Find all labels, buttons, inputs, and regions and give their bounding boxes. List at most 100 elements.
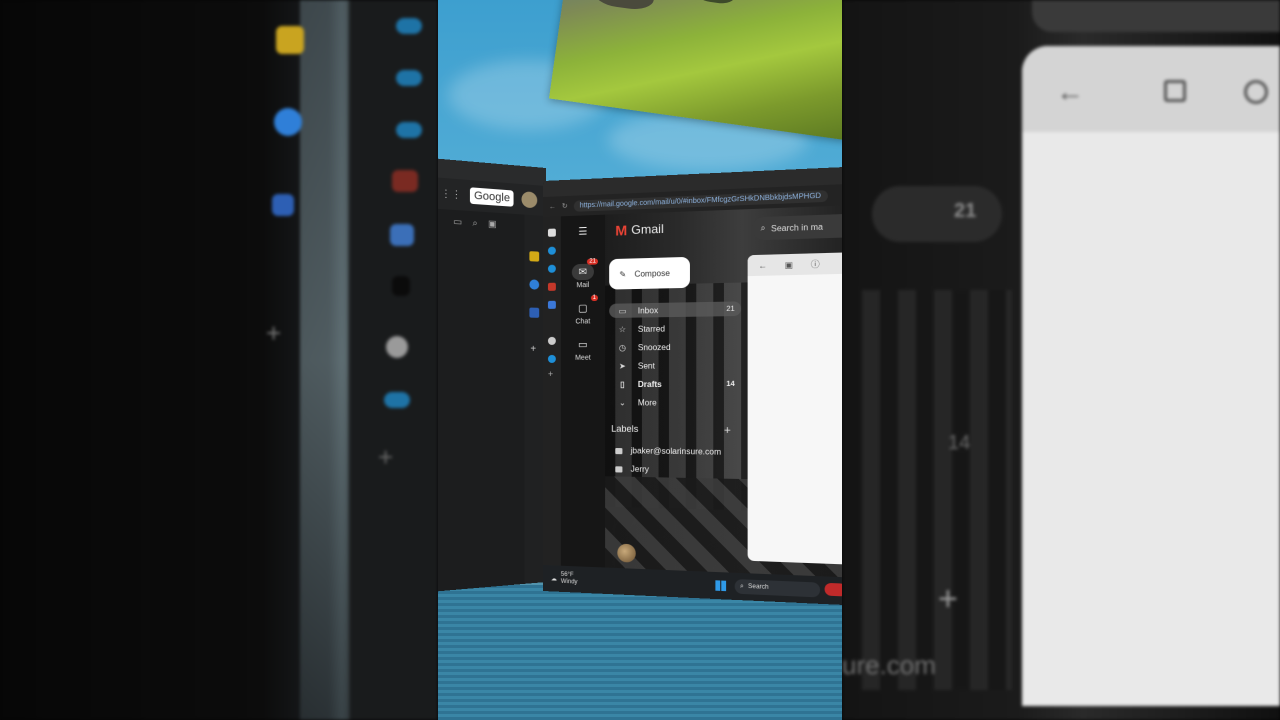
secondary-browser-window[interactable]: ⋮⋮ Google ▭ ⌕ ▣ + bbox=[438, 158, 546, 592]
cloud-icon[interactable] bbox=[547, 246, 556, 255]
photo-rock bbox=[592, 0, 657, 12]
nav-label: Sent bbox=[637, 360, 655, 371]
menu-button[interactable]: ☰ bbox=[561, 223, 605, 243]
video-icon[interactable]: ▭ bbox=[572, 336, 594, 352]
avatar[interactable] bbox=[617, 543, 636, 563]
compose-label: Compose bbox=[634, 268, 670, 279]
backdrop-arches bbox=[862, 290, 1012, 690]
back-arrow-icon[interactable]: ← bbox=[758, 260, 767, 270]
gmail-brand-text: Gmail bbox=[631, 221, 664, 238]
taskbar-search[interactable]: ⌕ Search bbox=[734, 579, 821, 598]
gmail-main: M Gmail ⌕ Search in ma ✎ Compose ▭ Inbox… bbox=[605, 204, 842, 578]
nav-label: More bbox=[637, 397, 657, 408]
plus-icon: + bbox=[378, 442, 394, 472]
search-input[interactable]: Search in ma bbox=[771, 222, 823, 233]
avatar[interactable] bbox=[521, 191, 538, 209]
search-bar[interactable]: ⌕ Search in ma bbox=[751, 212, 842, 241]
rail-item-chat[interactable]: ▢ 1 Chat bbox=[561, 294, 605, 326]
nav-item-starred[interactable]: ☆ Starred bbox=[609, 320, 741, 336]
backdrop-reading-pane bbox=[1022, 46, 1280, 706]
backdrop-inbox-pill bbox=[872, 186, 1002, 242]
mail-icon[interactable]: ✉ 21 bbox=[571, 258, 598, 281]
nav-item-drafts[interactable]: ▯ Drafts 14 bbox=[609, 377, 741, 392]
gmail-m-icon: M bbox=[615, 221, 628, 239]
add-label-button[interactable]: + bbox=[724, 425, 731, 438]
backdrop-domain-text: ure.com bbox=[842, 650, 936, 680]
plus-icon: + bbox=[938, 580, 958, 618]
ocean bbox=[438, 585, 842, 720]
weather-condition: Windy bbox=[560, 578, 578, 586]
weather-icon: ☁ bbox=[550, 575, 557, 583]
reading-toolbar: ← ▣ ⓘ bbox=[747, 251, 842, 277]
search-icon: ⌕ bbox=[740, 582, 744, 590]
backdrop-sidebar bbox=[350, 0, 438, 720]
cloud-icon[interactable] bbox=[547, 354, 556, 363]
landscape-photo-panel bbox=[549, 0, 842, 141]
chat-icon[interactable]: ▢ 1 bbox=[572, 294, 598, 317]
chevron-down-icon: ⌄ bbox=[618, 397, 626, 407]
reload-icon[interactable]: ↻ bbox=[562, 202, 568, 210]
label-item[interactable]: Jerry bbox=[615, 464, 649, 474]
compose-button[interactable]: ✎ Compose bbox=[609, 256, 690, 290]
nav-item-snoozed[interactable]: ◷ Snoozed bbox=[609, 339, 741, 355]
plus-icon[interactable]: + bbox=[548, 369, 553, 379]
gmail-icon[interactable] bbox=[547, 282, 556, 291]
cloud-icon[interactable] bbox=[547, 264, 556, 273]
report-icon[interactable]: ⓘ bbox=[811, 258, 820, 270]
rail-item-meet[interactable]: ▭ Meet bbox=[561, 336, 605, 362]
calendar-icon bbox=[390, 224, 414, 246]
nav-item-sent[interactable]: ➤ Sent bbox=[609, 358, 741, 373]
label-name: jbaker@solarinsure.com bbox=[630, 446, 722, 457]
plus-icon[interactable]: + bbox=[530, 344, 536, 355]
star-icon: ☆ bbox=[618, 324, 627, 334]
blurred-backdrop-right: ← 21 14 + ure.com bbox=[842, 0, 1280, 720]
check-icon bbox=[274, 108, 302, 136]
nav-count: 21 bbox=[726, 305, 735, 313]
nav-item-inbox[interactable]: ▭ Inbox 21 bbox=[609, 301, 742, 318]
back-arrow-icon[interactable]: ← bbox=[549, 203, 556, 210]
screen-icon[interactable]: ▣ bbox=[488, 218, 497, 230]
label-icon bbox=[615, 465, 623, 473]
google-label[interactable]: Google bbox=[469, 187, 515, 207]
reading-pane: ← ▣ ⓘ bbox=[747, 251, 842, 566]
notes-icon[interactable] bbox=[529, 251, 540, 262]
nav-label: Inbox bbox=[637, 305, 659, 316]
notes-icon bbox=[276, 26, 304, 54]
gmail-logo[interactable]: M Gmail bbox=[615, 221, 663, 239]
gmail-app-rail: ☰ ✉ 21 Mail ▢ 1 Chat ▭ Meet bbox=[560, 214, 606, 568]
calendar-icon[interactable] bbox=[547, 300, 556, 309]
taskbar-app-icon[interactable] bbox=[824, 582, 842, 597]
search-icon[interactable]: ⌕ bbox=[761, 223, 766, 234]
archive-icon[interactable]: ▣ bbox=[785, 260, 793, 270]
cloud-icon bbox=[396, 18, 422, 34]
weather-widget[interactable]: 56°F Windy bbox=[561, 572, 578, 587]
label-item[interactable]: jbaker@solarinsure.com bbox=[615, 446, 721, 457]
check-icon[interactable] bbox=[529, 279, 540, 290]
page-icon[interactable] bbox=[547, 228, 556, 237]
nav-label: Drafts bbox=[637, 379, 662, 389]
mail-badge: 21 bbox=[587, 258, 598, 265]
search-icon[interactable]: ⌕ bbox=[473, 217, 478, 229]
backdrop-search-bar bbox=[1032, 0, 1280, 32]
windows-start-icon[interactable] bbox=[715, 580, 727, 592]
report-icon bbox=[1244, 80, 1268, 104]
vr-screenshot: + + ← 21 14 + ure.com ⋮⋮ Google ▭ ⌕ ▣ + … bbox=[0, 0, 1280, 720]
person-icon[interactable] bbox=[529, 307, 540, 318]
backdrop-strip bbox=[300, 0, 348, 720]
circle-icon[interactable] bbox=[547, 336, 556, 345]
apps-grid-icon[interactable]: ⋮⋮ bbox=[441, 188, 462, 201]
gmail-icon bbox=[392, 170, 418, 192]
nav-label: Starred bbox=[637, 323, 666, 334]
backdrop-drafts-count: 14 bbox=[948, 432, 971, 454]
plus-icon: + bbox=[266, 318, 282, 348]
person-icon bbox=[272, 194, 294, 216]
photo-rock bbox=[694, 0, 737, 6]
gmail-browser-window[interactable]: ← ↻ https://mail.google.com/mail/u/0/#in… bbox=[543, 166, 842, 606]
pencil-icon: ✎ bbox=[619, 269, 627, 279]
hamburger-menu-icon[interactable]: ☰ bbox=[572, 223, 594, 240]
extensions-sidebar: + bbox=[543, 216, 561, 566]
rail-item-mail[interactable]: ✉ 21 Mail bbox=[561, 258, 605, 289]
blurred-backdrop-left: + + bbox=[0, 0, 438, 720]
video-icon[interactable]: ▭ bbox=[453, 216, 462, 228]
nav-item-more[interactable]: ⌄ More bbox=[609, 395, 741, 410]
